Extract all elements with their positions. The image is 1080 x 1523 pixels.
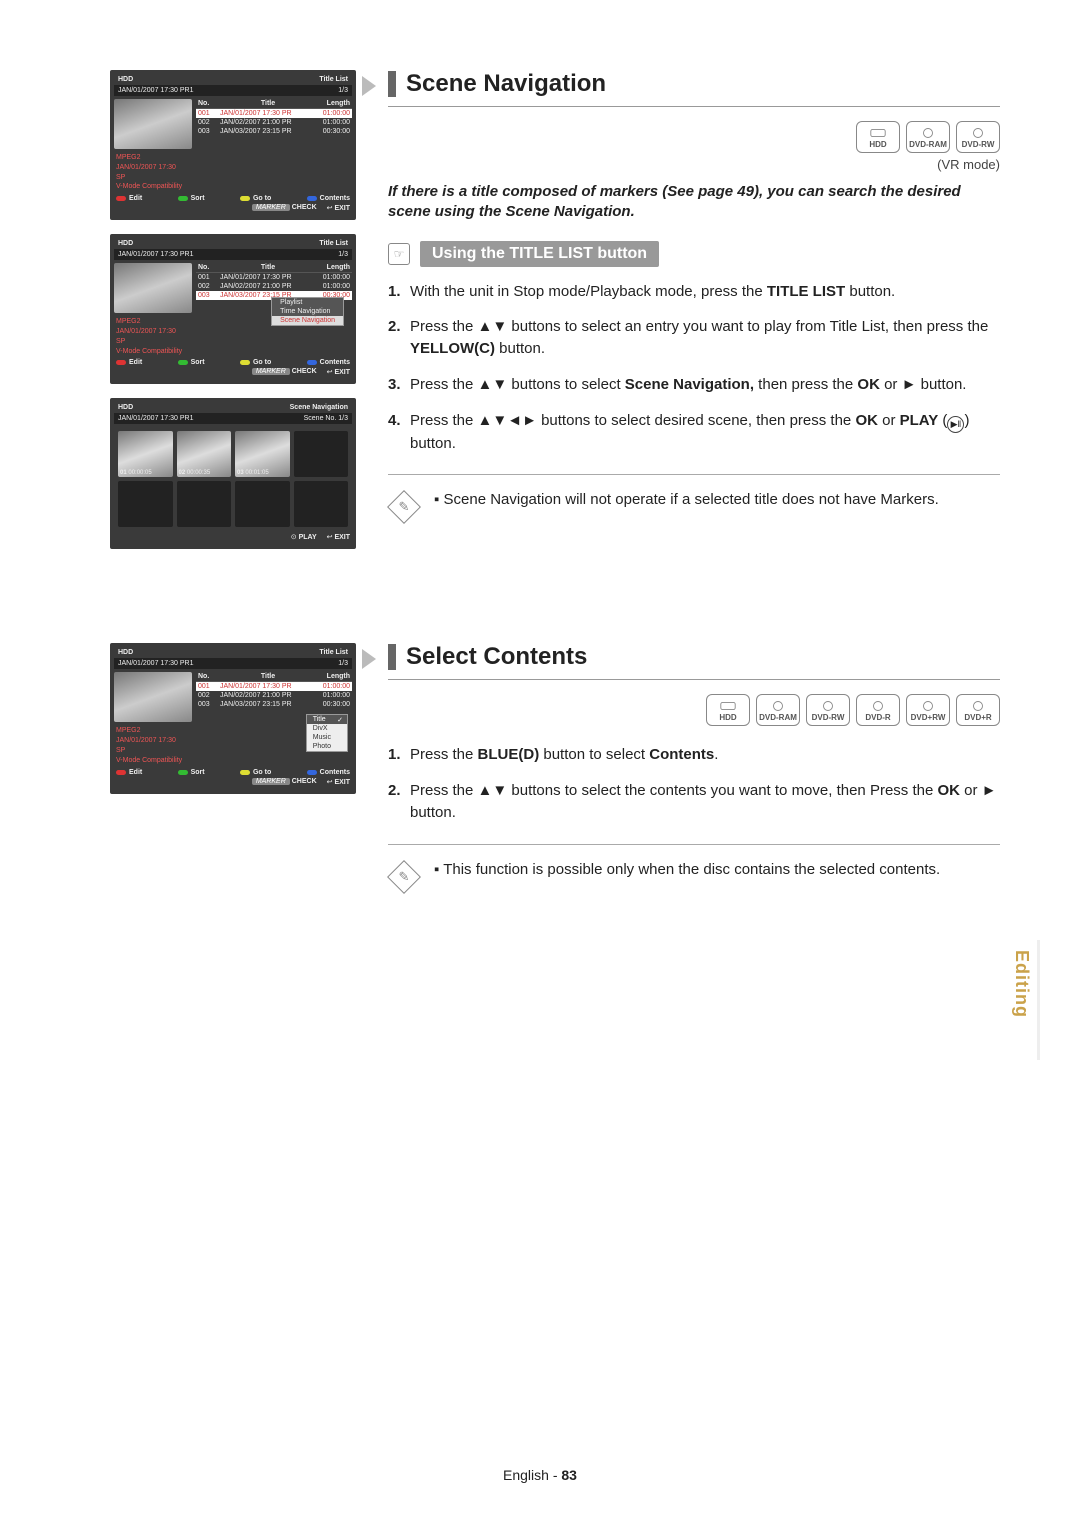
mock-thumbnail [114,672,192,722]
mock-footer: Edit Sort Go to Contents [114,192,352,202]
note-box: This function is possible only when the … [388,844,1000,895]
step-1: With the unit in Stop mode/Playback mode… [388,281,1000,303]
storage-label: HDD [118,76,133,83]
step-1: Press the BLUE(D) button to select Conte… [388,744,1000,766]
badge-dvdram: DVD-RAM [906,121,950,153]
note-text: This function is possible only when the … [434,859,940,880]
scene-navigation-row: HDD Title List JAN/01/2007 17:30 PR1 1/3… [110,70,1000,563]
left-screens-1: HDD Title List JAN/01/2007 17:30 PR1 1/3… [110,70,360,563]
select-contents-text: Select Contents HDD DVD-RAM DVD-RW DVD-R… [388,643,1000,894]
table-row: 001JAN/01/2007 17:30 PR01:00:00 [196,109,352,118]
play-icon: ▶ǁ [947,416,964,433]
badge-dvdpr: DVD+R [956,694,1000,726]
steps-list: With the unit in Stop mode/Playback mode… [388,281,1000,455]
hand-icon: ☞ [388,243,410,265]
mock-sub-left: JAN/01/2007 17:30 PR1 [118,87,194,94]
titlelist-label: Title List [319,76,348,83]
mock-thumbnail [114,263,192,313]
goto-popup: Playlist Time Navigation Scene Navigatio… [271,297,344,326]
contents-popup: Title DivX Music Photo [306,714,348,752]
badge-dvdrw: DVD-RW [806,694,850,726]
scene-nav-text: Scene Navigation HDD DVD-RAM DVD-RW (VR … [388,70,1000,563]
scene-thumb: 01 00:00:05 [118,431,173,477]
step-2: Press the ▲▼ buttons to select an entry … [388,316,1000,360]
intro-text: If there is a title composed of markers … [388,182,1000,223]
mock-thumbnail [114,99,192,149]
media-badges: HDD DVD-RAM DVD-RW [388,121,1000,153]
screenshot-title-list: HDD Title List JAN/01/2007 17:30 PR1 1/3… [110,70,356,220]
left-screens-2: HDD Title List JAN/01/2007 17:30 PR1 1/3… [110,643,360,894]
table-row: 002JAN/02/2007 21:00 PR01:00:00 [196,282,352,291]
steps-list: Press the BLUE(D) button to select Conte… [388,744,1000,823]
badge-dvdram: DVD-RAM [756,694,800,726]
table-row: 001JAN/01/2007 17:30 PR01:00:00 [196,273,352,282]
side-tab-editing: Editing [1011,950,1032,1018]
section-heading: Scene Navigation [388,70,1000,98]
screenshot-contents-popup: HDD Title List JAN/01/2007 17:30 PR1 1/3… [110,643,356,793]
table-row: 002JAN/02/2007 21:00 PR01:00:00 [196,118,352,127]
screenshot-title-list-menu: HDD Title List JAN/01/2007 17:30 PR1 1/3… [110,234,356,384]
step-3: Press the ▲▼ buttons to select Scene Nav… [388,374,1000,396]
sub-heading: ☞ Using the TITLE LIST button [388,241,1000,267]
scene-thumb: 03 00:01:05 [235,431,290,477]
mock-sub-right: 1/3 [338,87,348,94]
page-footer: English - 83 [0,1467,1080,1483]
section-arrow-icon [362,649,376,669]
section-bar-icon [388,644,396,670]
mock-info: MPEG2 JAN/01/2007 17:30 SP V-Mode Compat… [114,153,192,192]
badge-dvdr: DVD-R [856,694,900,726]
section-bar-icon [388,71,396,97]
step-4: Press the ▲▼◄► buttons to select desired… [388,410,1000,455]
select-contents-row: HDD Title List JAN/01/2007 17:30 PR1 1/3… [110,643,1000,894]
section-title: Select Contents [406,643,587,671]
media-badges: HDD DVD-RAM DVD-RW DVD-R DVD+RW DVD+R [388,694,1000,726]
screenshot-scene-nav: HDD Scene Navigation JAN/01/2007 17:30 P… [110,398,356,549]
table-row: 003JAN/03/2007 23:15 PR00:30:00 [196,127,352,136]
badge-hdd: HDD [706,694,750,726]
vr-mode-note: (VR mode) [388,157,1000,172]
sub-title: Using the TITLE LIST button [420,241,659,267]
section-heading: Select Contents [388,643,1000,671]
scene-thumb: 02 00:00:35 [177,431,232,477]
badge-dvdrw: DVD-RW [956,121,1000,153]
badge-dvdprw: DVD+RW [906,694,950,726]
step-2: Press the ▲▼ buttons to select the conte… [388,780,1000,824]
note-icon [387,490,421,524]
note-icon [387,860,421,894]
note-text: Scene Navigation will not operate if a s… [434,489,939,510]
section-arrow-icon [362,76,376,96]
section-title: Scene Navigation [406,70,606,98]
badge-hdd: HDD [856,121,900,153]
note-box: Scene Navigation will not operate if a s… [388,474,1000,525]
